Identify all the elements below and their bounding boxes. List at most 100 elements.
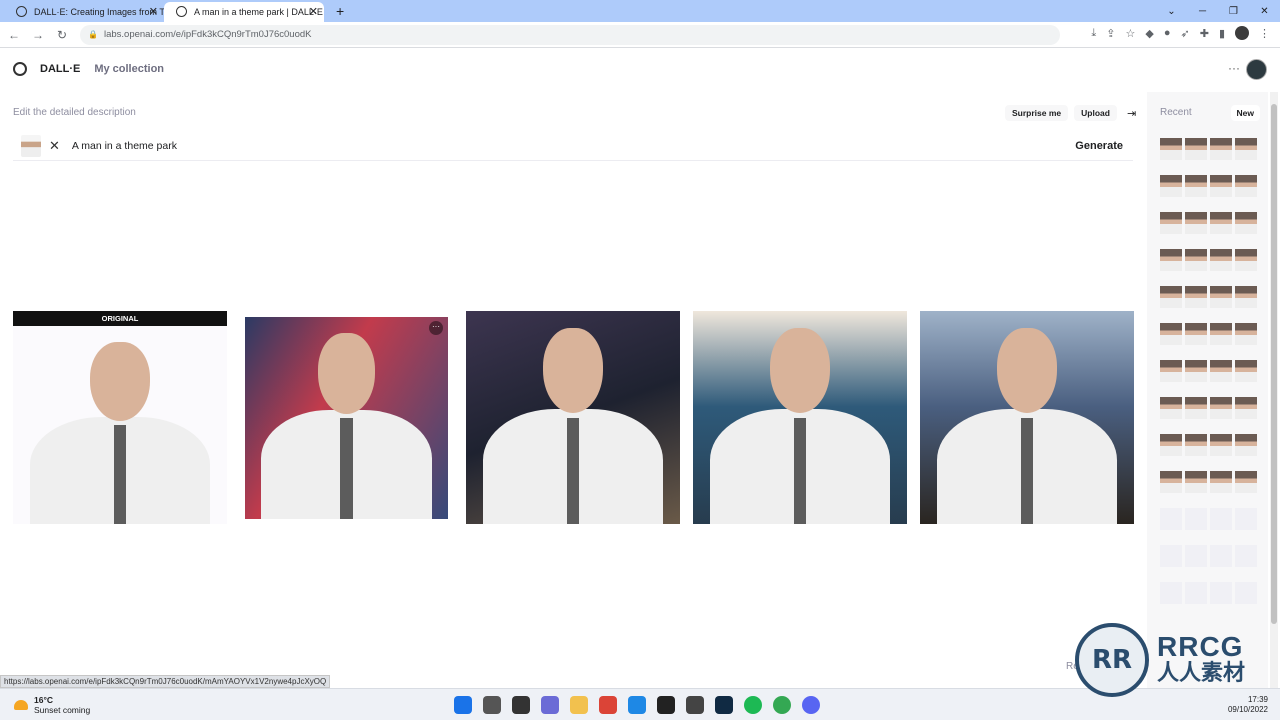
recent-thumbnail[interactable] (1185, 212, 1207, 234)
file-explorer-icon[interactable] (570, 696, 588, 714)
recent-thumbnail[interactable] (1160, 286, 1182, 308)
generated-image-1[interactable]: ··· (245, 317, 448, 519)
metamask-icon[interactable]: ◆ (1145, 27, 1153, 40)
weather-widget[interactable]: 16°C Sunset coming (14, 695, 90, 715)
generate-button[interactable]: Generate (1075, 140, 1123, 152)
browser-menu-icon[interactable]: ⋮ (1259, 27, 1270, 40)
recent-thumbnail[interactable] (1210, 286, 1232, 308)
forward-icon[interactable]: → (28, 28, 48, 42)
recent-thumbnail[interactable] (1235, 212, 1257, 234)
scrollbar[interactable] (1270, 92, 1278, 688)
brand-link[interactable]: DALL·E (40, 63, 80, 75)
upload-button[interactable]: Upload (1074, 105, 1117, 121)
extension-green-icon[interactable]: ● (1164, 27, 1171, 39)
recent-thumbnail[interactable] (1160, 249, 1182, 271)
url-field[interactable]: 🔒 labs.openai.com/e/ipFdk3kCQn9rTm0J76c0… (80, 24, 1060, 45)
generated-image-3[interactable] (693, 311, 907, 524)
close-tab-icon[interactable]: ✕ (309, 5, 318, 18)
profile-avatar[interactable] (1235, 26, 1249, 40)
recent-thumbnail[interactable] (1185, 249, 1207, 271)
side-panel-icon[interactable]: ▮ (1219, 27, 1225, 40)
search-icon[interactable] (483, 696, 501, 714)
recent-thumbnail[interactable] (1160, 323, 1182, 345)
recent-thumbnail[interactable] (1185, 323, 1207, 345)
bookmark-star-icon[interactable]: ☆ (1126, 27, 1136, 40)
share-icon[interactable]: ⇪ (1106, 27, 1115, 40)
clear-image-icon[interactable]: ✕ (49, 138, 60, 154)
minimize-icon[interactable]: ─ (1187, 6, 1218, 17)
recent-thumbnail[interactable] (1185, 360, 1207, 382)
recent-thumbnail[interactable] (1235, 249, 1257, 271)
reload-icon[interactable]: ↻ (52, 28, 72, 42)
discord-icon[interactable] (802, 696, 820, 714)
restore-icon[interactable]: ❐ (1218, 6, 1249, 17)
recent-thumbnail[interactable] (1235, 360, 1257, 382)
user-avatar[interactable] (1246, 59, 1267, 80)
recent-thumbnail[interactable] (1235, 434, 1257, 456)
openai-logo-icon[interactable] (13, 62, 27, 76)
system-clock[interactable]: 17:39 09/10/2022 (1228, 695, 1268, 715)
chrome-icon[interactable] (599, 696, 617, 714)
recent-thumbnail[interactable] (1185, 397, 1207, 419)
recent-thumbnail[interactable] (1210, 323, 1232, 345)
recent-thumbnail[interactable] (1185, 175, 1207, 197)
recent-thumbnail[interactable] (1210, 360, 1232, 382)
more-options-icon[interactable]: ··· (1228, 61, 1240, 75)
back-icon[interactable]: ← (4, 28, 24, 42)
recent-thumbnail[interactable] (1160, 175, 1182, 197)
chrome-profile-icon[interactable] (773, 696, 791, 714)
recent-thumbnail[interactable] (1235, 323, 1257, 345)
weather-text: Sunset coming (34, 705, 91, 715)
recent-thumbnail[interactable] (1160, 138, 1182, 160)
browser-tab-theme-park[interactable]: A man in a theme park | DALL·E ✕ (164, 2, 324, 22)
lightroom-icon[interactable] (715, 696, 733, 714)
original-image[interactable] (13, 326, 227, 524)
close-tab-icon[interactable]: ✕ (149, 5, 158, 18)
browser-tab-dalle-blog[interactable]: DALL·E: Creating Images from Te ✕ (4, 2, 164, 22)
recent-placeholder (1185, 545, 1207, 567)
collapse-panel-icon[interactable]: ⇥ (1127, 107, 1136, 120)
tab-search-icon[interactable]: ⌄ (1156, 6, 1187, 17)
recent-thumbnail[interactable] (1235, 286, 1257, 308)
recent-thumbnail[interactable] (1160, 434, 1182, 456)
obs-icon[interactable] (686, 696, 704, 714)
recent-thumbnail[interactable] (1235, 471, 1257, 493)
recent-thumbnail[interactable] (1160, 471, 1182, 493)
recent-thumbnail[interactable] (1210, 138, 1232, 160)
recent-thumbnail[interactable] (1210, 249, 1232, 271)
mail-icon[interactable] (628, 696, 646, 714)
recent-thumbnail[interactable] (1185, 138, 1207, 160)
recent-thumbnail[interactable] (1210, 434, 1232, 456)
generated-image-2[interactable] (466, 311, 680, 524)
recent-thumbnail[interactable] (1160, 360, 1182, 382)
recent-thumbnail[interactable] (1235, 175, 1257, 197)
extension-arrow-icon[interactable]: ➶ (1181, 27, 1190, 40)
recent-thumbnail[interactable] (1210, 175, 1232, 197)
generated-image-4[interactable] (920, 311, 1134, 524)
app-icon[interactable] (657, 696, 675, 714)
recent-thumbnail[interactable] (1185, 471, 1207, 493)
windows-start-icon[interactable] (454, 696, 472, 714)
recent-thumbnail[interactable] (1185, 434, 1207, 456)
prompt-input[interactable]: A man in a theme park (72, 140, 177, 152)
task-view-icon[interactable] (512, 696, 530, 714)
surprise-me-button[interactable]: Surprise me (1005, 105, 1069, 121)
recent-thumbnail[interactable] (1235, 397, 1257, 419)
install-icon[interactable]: ⤓ (1091, 27, 1096, 40)
recent-thumbnail[interactable] (1210, 212, 1232, 234)
recent-thumbnail[interactable] (1210, 397, 1232, 419)
recent-thumbnail[interactable] (1160, 212, 1182, 234)
recent-thumbnail[interactable] (1235, 138, 1257, 160)
spotify-icon[interactable] (744, 696, 762, 714)
extensions-puzzle-icon[interactable]: ✚ (1200, 27, 1209, 40)
image-options-icon[interactable]: ··· (429, 321, 443, 335)
address-bar-row: ← → ↻ 🔒 labs.openai.com/e/ipFdk3kCQn9rTm… (0, 22, 1280, 48)
chat-icon[interactable] (541, 696, 559, 714)
close-window-icon[interactable]: ✕ (1249, 6, 1280, 17)
new-tab-icon[interactable]: + (336, 3, 344, 19)
recent-thumbnail[interactable] (1210, 471, 1232, 493)
recent-thumbnail[interactable] (1185, 286, 1207, 308)
new-button[interactable]: New (1230, 105, 1260, 121)
recent-thumbnail[interactable] (1160, 397, 1182, 419)
my-collection-link[interactable]: My collection (94, 63, 164, 75)
